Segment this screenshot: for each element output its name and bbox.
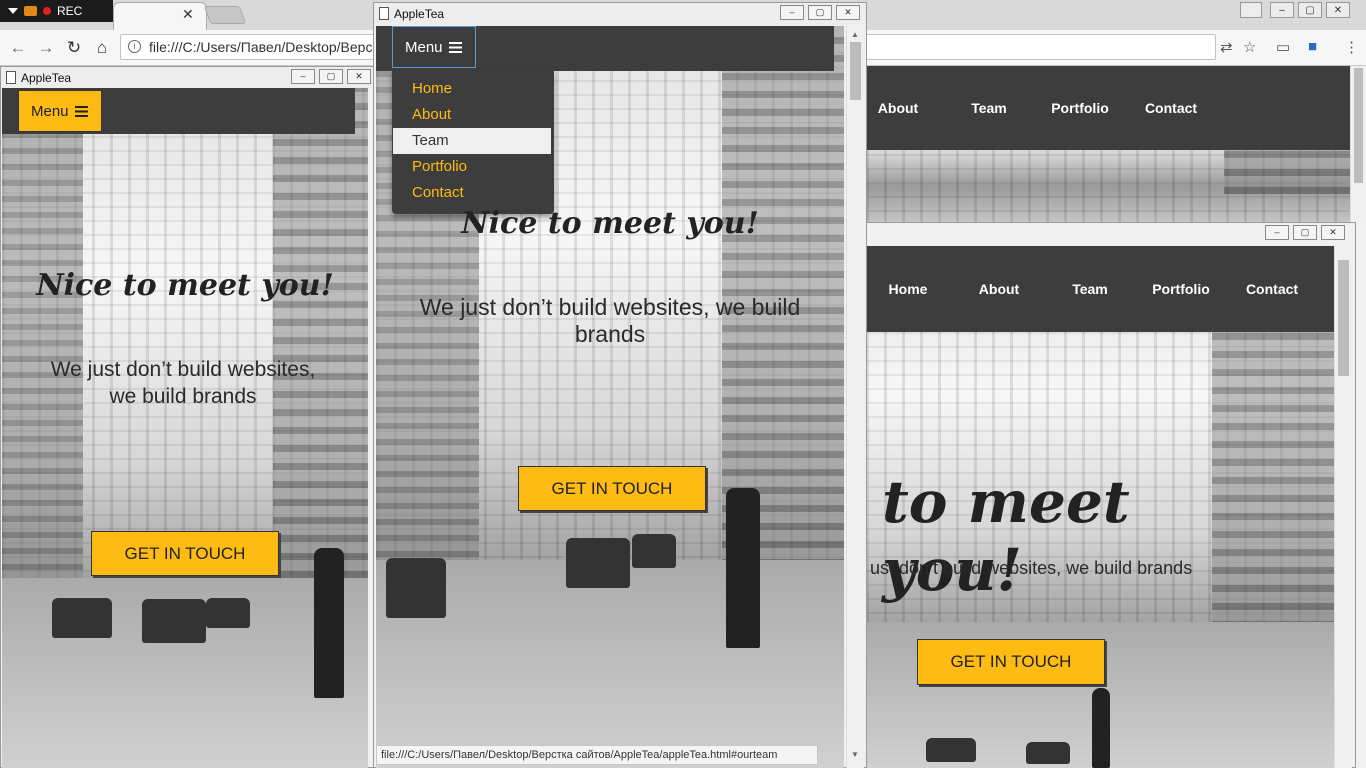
nav-about[interactable]: About (868, 100, 928, 116)
hero-subline: ust don’t build websites, we build brand… (870, 558, 1193, 578)
menu-button[interactable]: Menu (392, 26, 476, 68)
nav-portfolio[interactable]: Portfolio (1142, 281, 1220, 297)
close-icon[interactable]: ✕ (1321, 225, 1345, 240)
extension-icon[interactable]: ■ (1308, 38, 1317, 55)
get-in-touch-button[interactable]: GET IN TOUCH (917, 639, 1105, 685)
window-scrollbar[interactable] (1334, 246, 1352, 768)
close-icon[interactable]: ✕ (347, 69, 371, 84)
dropdown-icon[interactable] (8, 8, 18, 14)
menu-bars-icon (74, 105, 88, 117)
hero-subline-1: We just don’t build websites, we build (419, 294, 801, 320)
info-icon[interactable]: i (128, 40, 141, 53)
window-controls: – ▢ ✕ (1265, 225, 1345, 240)
profile-icon[interactable] (1240, 2, 1262, 18)
hero-subline-2: we build brands (109, 385, 257, 408)
hero-subline-1: We just don’t build websites, (50, 358, 316, 381)
window-title: AppleTea (394, 7, 445, 21)
menu-item-portfolio[interactable]: Portfolio (412, 158, 467, 175)
menu-bars-icon (448, 41, 462, 53)
document-icon (6, 71, 16, 84)
new-tab-button[interactable] (203, 6, 247, 24)
nav-home[interactable]: Home (880, 281, 936, 297)
maximize-icon[interactable]: ▢ (1293, 225, 1317, 240)
close-icon[interactable]: ✕ (1326, 2, 1350, 18)
document-icon (379, 7, 389, 20)
minimize-icon[interactable]: – (1270, 2, 1294, 18)
hero-subline-2: brands (574, 321, 646, 347)
dropdown-menu: Home About Team Portfolio Contact (392, 70, 554, 214)
minimize-icon[interactable]: – (291, 69, 315, 84)
get-in-touch-button[interactable]: GET IN TOUCH (518, 466, 706, 511)
nav-contact[interactable]: Contact (1136, 100, 1206, 116)
home-icon[interactable]: ⌂ (90, 38, 114, 58)
hero-headline: Nice to meet you! (36, 268, 334, 303)
hero-headline: Nice to meet you! (461, 206, 759, 241)
window-controls: – ▢ ✕ (291, 69, 371, 84)
browser-window-controls: – ▢ ✕ (1270, 2, 1350, 18)
scroll-down-icon[interactable]: ▼ (851, 750, 859, 759)
menu-item-team[interactable]: Team (412, 132, 449, 149)
star-icon[interactable]: ☆ (1243, 38, 1256, 56)
record-dot-icon (43, 7, 51, 15)
get-in-touch-button[interactable]: GET IN TOUCH (91, 531, 279, 576)
recorder-indicator[interactable]: REC (0, 0, 113, 22)
minimize-icon[interactable]: – (1265, 225, 1289, 240)
cast-icon[interactable]: ▭ (1276, 38, 1290, 56)
page-scrollbar[interactable] (1350, 66, 1366, 226)
window-title: AppleTea (21, 71, 72, 85)
maximize-icon[interactable]: ▢ (808, 5, 832, 20)
menu-item-home[interactable]: Home (412, 80, 452, 97)
menu-item-about[interactable]: About (412, 106, 451, 123)
translate-icon[interactable]: ⇄ (1220, 38, 1233, 56)
nav-team[interactable]: Team (959, 100, 1019, 116)
scroll-up-icon[interactable]: ▲ (851, 30, 859, 39)
window-scrollbar[interactable]: ▲ ▼ (846, 26, 864, 768)
recorder-label: REC (57, 4, 83, 18)
nav-about[interactable]: About (970, 281, 1028, 297)
nav-team[interactable]: Team (1062, 281, 1118, 297)
window-controls: – ▢ ✕ (780, 5, 860, 20)
reload-icon[interactable]: ↻ (62, 38, 86, 58)
forward-icon[interactable]: → (34, 38, 58, 58)
close-icon[interactable]: ✕ (836, 5, 860, 20)
hero-headline: to meet you! (882, 468, 1130, 604)
kebab-icon[interactable]: ⋮ (1344, 38, 1359, 56)
tab-close-icon[interactable]: ✕ (182, 6, 194, 23)
menu-label: Menu (405, 38, 443, 56)
camera-icon (24, 6, 37, 16)
nav-portfolio[interactable]: Portfolio (1040, 100, 1120, 116)
minimize-icon[interactable]: – (780, 5, 804, 20)
hero-image (2, 88, 368, 768)
menu-item-contact[interactable]: Contact (412, 184, 464, 201)
back-icon[interactable]: ← (6, 38, 30, 58)
menu-label: Menu (31, 102, 69, 120)
maximize-icon[interactable]: ▢ (319, 69, 343, 84)
nav-contact[interactable]: Contact (1237, 281, 1307, 297)
maximize-icon[interactable]: ▢ (1298, 2, 1322, 18)
status-url: file:///C:/Users/Павел/Desktop/Верстка с… (376, 745, 818, 765)
menu-button[interactable]: Menu (18, 90, 102, 132)
